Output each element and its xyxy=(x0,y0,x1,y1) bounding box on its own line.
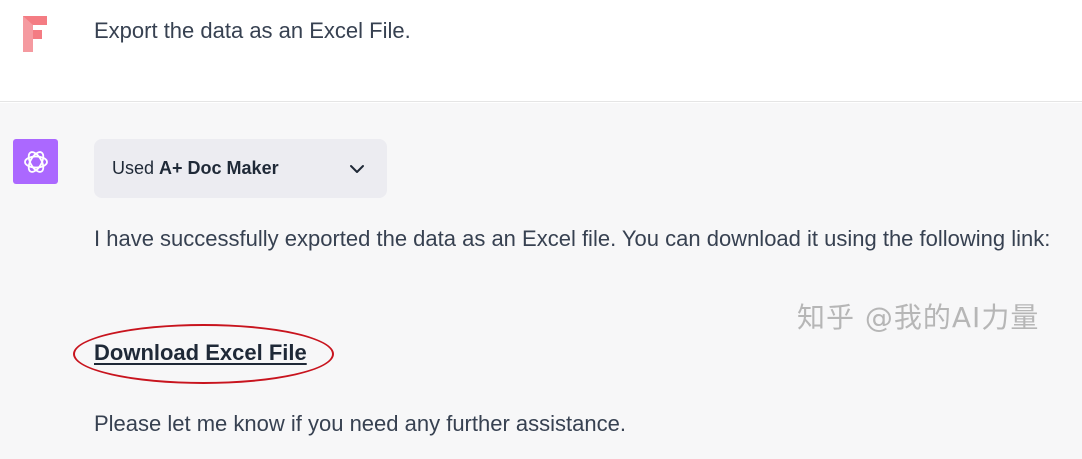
openai-logo-icon xyxy=(13,139,58,184)
watermark: 知乎 @我的AI力量 xyxy=(797,301,1040,334)
download-link-container: Download Excel File xyxy=(94,338,307,368)
chevron-down-icon xyxy=(349,161,365,177)
plugin-usage-toggle[interactable]: Used A+ Doc Maker xyxy=(94,139,387,198)
plugin-name: A+ Doc Maker xyxy=(159,158,279,178)
user-message-text: Export the data as an Excel File. xyxy=(94,18,411,43)
assistant-message-row: Used A+ Doc Maker I have successfully ex… xyxy=(0,103,1082,459)
user-message-row: Export the data as an Excel File. xyxy=(0,0,1082,102)
assistant-message-text: I have successfully exported the data as… xyxy=(94,226,1051,251)
brand-logo-icon xyxy=(20,14,54,54)
download-excel-link[interactable]: Download Excel File xyxy=(94,340,307,365)
assistant-followup-text: Please let me know if you need any furth… xyxy=(94,411,626,436)
plugin-used-label: Used xyxy=(112,158,155,178)
